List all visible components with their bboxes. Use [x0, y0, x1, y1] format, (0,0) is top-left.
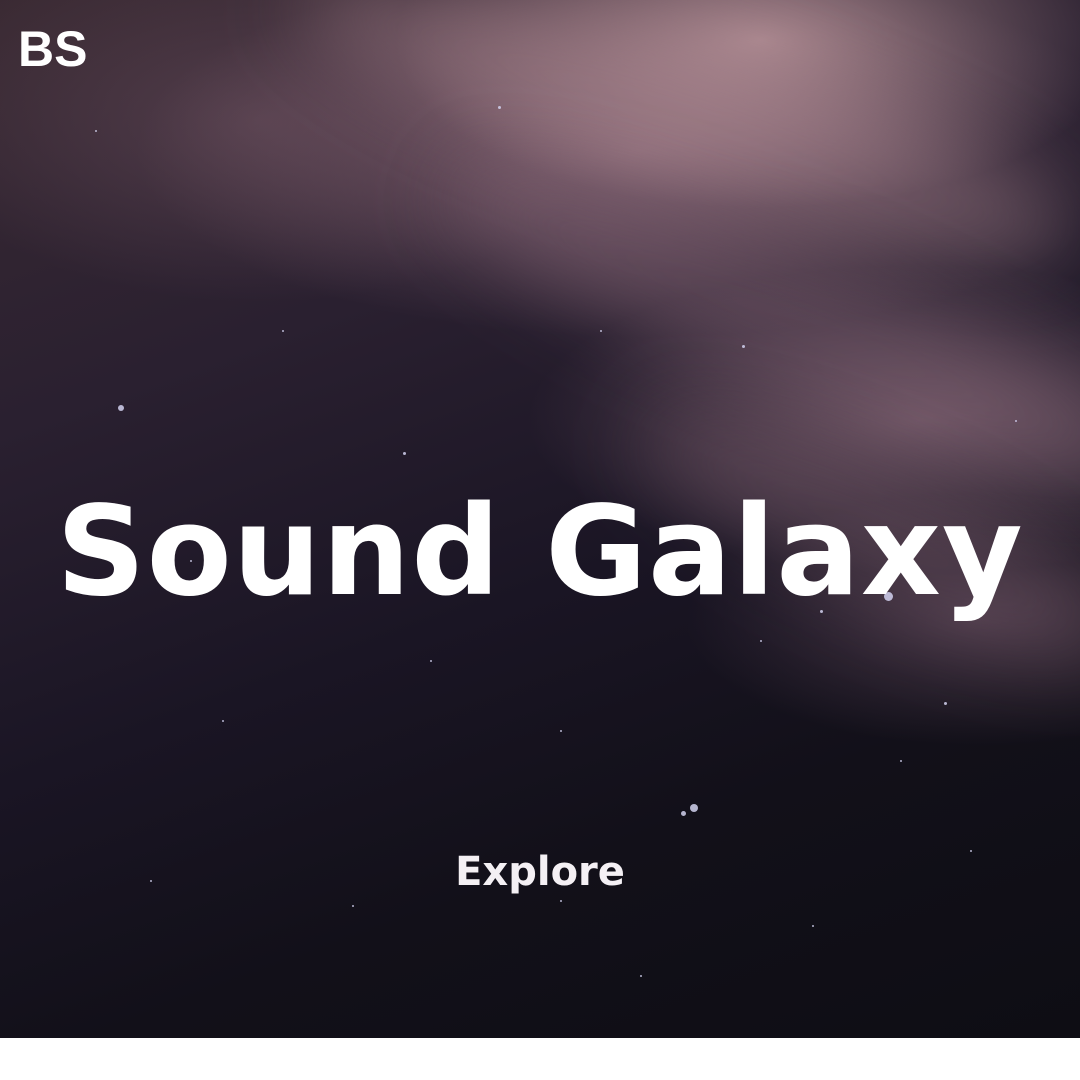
star — [690, 804, 698, 812]
hero-title: Sound Galaxy — [56, 480, 1024, 624]
star — [681, 811, 686, 816]
nebula-haze — [419, 113, 1080, 537]
star — [430, 660, 432, 662]
star — [944, 702, 947, 705]
star — [95, 130, 97, 132]
star — [600, 330, 602, 332]
nebula-haze — [275, 0, 1080, 323]
brand-logo[interactable]: BS — [18, 24, 87, 74]
star — [282, 330, 284, 332]
explore-link-container: Explore — [0, 848, 1080, 896]
star — [812, 925, 814, 927]
page: BS Sound Galaxy Explore — [0, 0, 1080, 1080]
star — [742, 345, 745, 348]
star — [118, 405, 124, 411]
star — [498, 106, 501, 109]
star — [560, 900, 562, 902]
star — [560, 730, 562, 732]
explore-button[interactable]: Explore — [455, 849, 625, 895]
star — [760, 640, 762, 642]
star — [640, 975, 642, 977]
star — [1015, 420, 1017, 422]
star — [222, 720, 224, 722]
star — [900, 760, 902, 762]
star — [352, 905, 354, 907]
star — [403, 452, 406, 455]
